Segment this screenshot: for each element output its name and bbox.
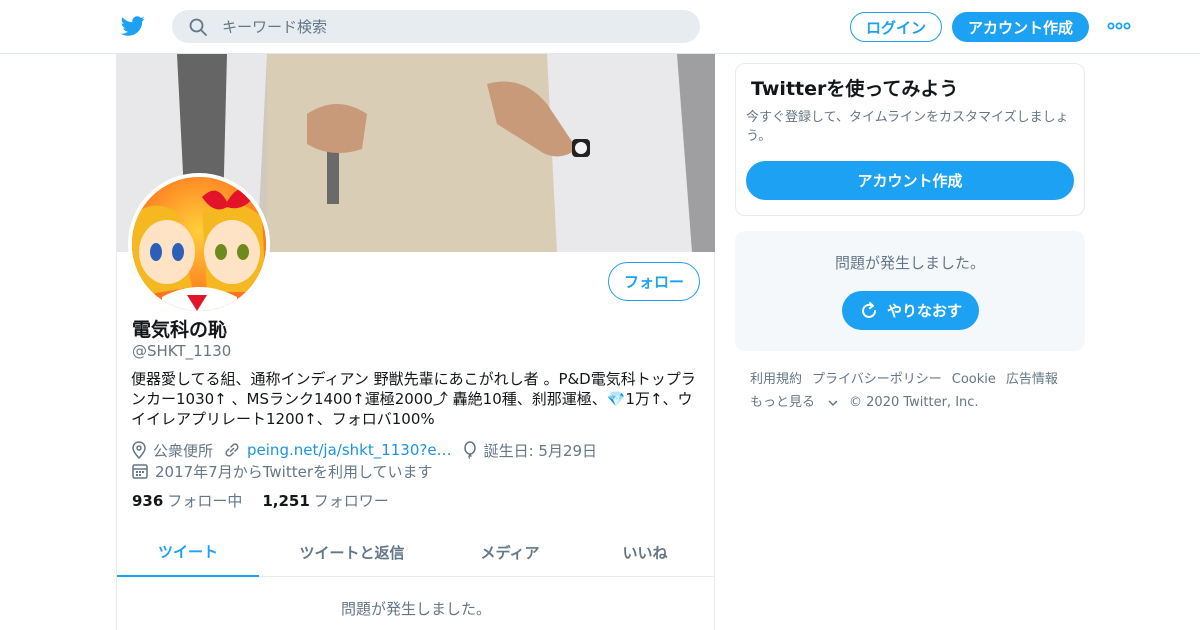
footer-more-label: もっと見る [750,395,816,410]
profile-name: 電気科の恥 [132,319,228,341]
footer-more-row: もっと見る © 2020 Twitter, Inc. [750,391,1080,414]
sidebar-error-text: 問題が発生しました。 [834,254,985,272]
login-button[interactable]: ログイン [850,12,942,42]
footer-copyright: © 2020 Twitter, Inc. [849,395,979,410]
follow-counts: 936 フォロー中 1,251 フォロワー [132,490,409,511]
twitter-bird-icon[interactable] [120,14,146,38]
profile-bio: 便器愛してる組、通称インディアン 野獣先輩にあこがれし者 。P&D電気科トップラ… [131,370,696,428]
refresh-icon [862,301,876,318]
location-pin-icon [132,441,146,459]
signup-button[interactable]: アカウント作成 [952,12,1089,42]
location-item: 公衆便所 [131,440,213,461]
following-count: 936 [132,492,164,510]
profile-meta-row: 公衆便所 peing.net/ja/shkt_1130?e… 誕生日: 5月29… [131,440,607,460]
chevron-down-icon [828,400,838,406]
footer: 利用規約 プライバシーポリシー Cookie 広告情報 もっと見る © 2020… [750,368,1080,414]
timeline-error-text: 問題が発生しました。 [340,600,491,618]
retry-button[interactable]: やりなおす [842,291,979,330]
footer-link-terms[interactable]: 利用規約 [750,368,802,391]
profile-column: フォロー 電気科の恥 @SHKT_1130 便器愛してる組、通称インディアン 野… [116,54,715,630]
signup-card-title: Twitterを使ってみよう [751,78,959,100]
avatar-illustration [132,177,266,311]
footer-links-row: 利用規約 プライバシーポリシー Cookie 広告情報 [750,368,1080,391]
tab-tweets[interactable]: ツイート [117,528,259,577]
following-count-link[interactable]: 936 フォロー中 [132,490,242,511]
footer-more-link[interactable]: もっと見る [750,391,839,414]
signup-card: Twitterを使ってみよう 今すぐ登録して、タイムラインをカスタマイズしましょ… [735,63,1085,216]
search-input[interactable] [222,10,682,43]
joined-text: 2017年7月からTwitterを利用しています [155,462,433,481]
profile-avatar[interactable] [128,173,270,315]
website-link[interactable]: peing.net/ja/shkt_1130?e… [247,441,452,459]
profile-tabs: ツイート ツイートと返信 メディア いいね [117,528,715,577]
profile-handle: @SHKT_1130 [132,342,232,360]
signup-card-description: 今すぐ登録して、タイムラインをカスタマイズしましょう。 [746,110,1069,144]
footer-link-cookie[interactable]: Cookie [952,368,996,391]
footer-link-ads[interactable]: 広告情報 [1006,368,1058,391]
calendar-icon [132,464,148,479]
tab-tweets-and-replies[interactable]: ツイートと返信 [259,528,445,577]
birthday-text: 誕生日: 5月29日 [483,441,598,460]
link-icon [225,443,239,457]
search-icon [189,18,207,36]
signup-card-button[interactable]: アカウント作成 [746,161,1074,200]
profile-joined-row: 2017年7月からTwitterを利用しています [131,461,443,481]
more-options-icon[interactable] [1107,20,1131,32]
followers-count-link[interactable]: 1,251 フォロワー [262,490,388,511]
joined-item: 2017年7月からTwitterを利用しています [131,461,433,482]
footer-link-privacy[interactable]: プライバシーポリシー [812,368,942,391]
following-label: フォロー中 [167,492,243,510]
birthday-item: 誕生日: 5月29日 [462,440,597,461]
search-bar[interactable] [172,10,700,43]
tab-likes[interactable]: いいね [575,528,715,577]
top-bar: ログイン アカウント作成 [0,0,1200,54]
website-item[interactable]: peing.net/ja/shkt_1130?e… [223,441,452,459]
retry-label: やりなおす [886,302,962,320]
location-text: 公衆便所 [153,441,214,460]
follow-button[interactable]: フォロー [608,262,700,301]
tab-media[interactable]: メディア [445,528,575,577]
balloon-icon [463,441,476,459]
followers-count: 1,251 [262,492,310,510]
followers-label: フォロワー [313,492,389,510]
sidebar-error-card: 問題が発生しました。 やりなおす [735,231,1085,351]
